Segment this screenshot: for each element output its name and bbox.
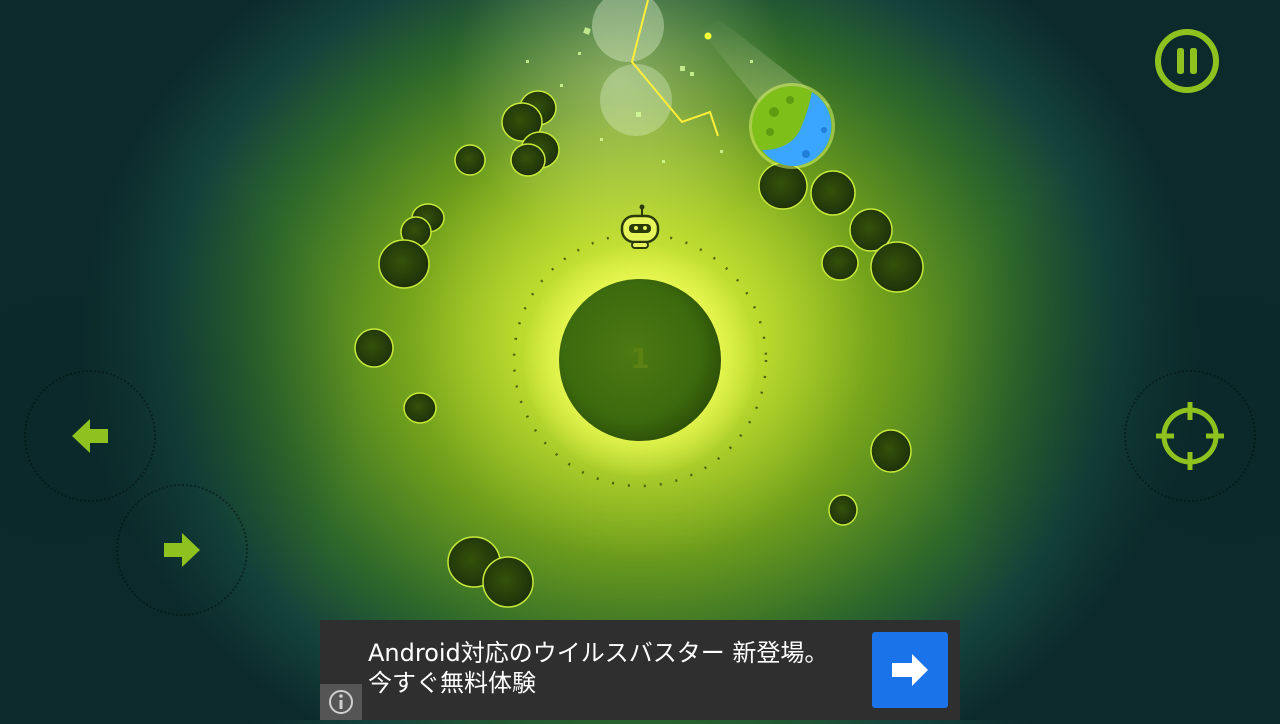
fire-button[interactable] (1124, 370, 1256, 502)
planet-level-number: 1 (630, 342, 650, 375)
ad-cta-button[interactable] (872, 632, 948, 708)
arrow-right-icon (164, 533, 200, 567)
ad-info-button[interactable] (320, 684, 362, 720)
arrow-right-icon (892, 654, 928, 686)
asteroid (828, 494, 858, 526)
ad-text[interactable]: Android対応のウイルスバスター 新登場。 今すぐ無料体験 (368, 638, 888, 698)
asteroid (870, 241, 924, 293)
move-right-button[interactable] (116, 484, 248, 616)
asteroid (354, 328, 394, 368)
asteroid (758, 162, 808, 210)
pause-button[interactable] (1154, 28, 1220, 94)
ad-headline: Android対応のウイルスバスター 新登場。 (368, 639, 829, 667)
move-left-button[interactable] (24, 370, 156, 502)
ad-banner[interactable]: Android対応のウイルスバスター 新登場。 今すぐ無料体験 (320, 620, 960, 720)
energy-spark (704, 32, 712, 40)
asteroid (810, 170, 856, 216)
asteroid (378, 239, 430, 289)
asteroid (482, 556, 534, 608)
arrow-left-icon (72, 419, 108, 453)
ad-subline: 今すぐ無料体験 (368, 669, 536, 697)
spawn-glow (592, 0, 664, 62)
enemy-cell (749, 83, 835, 169)
pause-icon (1155, 29, 1219, 93)
info-icon (329, 690, 353, 714)
asteroid (870, 429, 912, 473)
asteroid (821, 245, 859, 281)
asteroid (510, 143, 546, 177)
spawn-glow (600, 64, 672, 136)
asteroid (403, 392, 437, 424)
crosshair-icon (1156, 402, 1224, 470)
player-robot-icon (620, 204, 660, 249)
asteroid (454, 144, 486, 176)
